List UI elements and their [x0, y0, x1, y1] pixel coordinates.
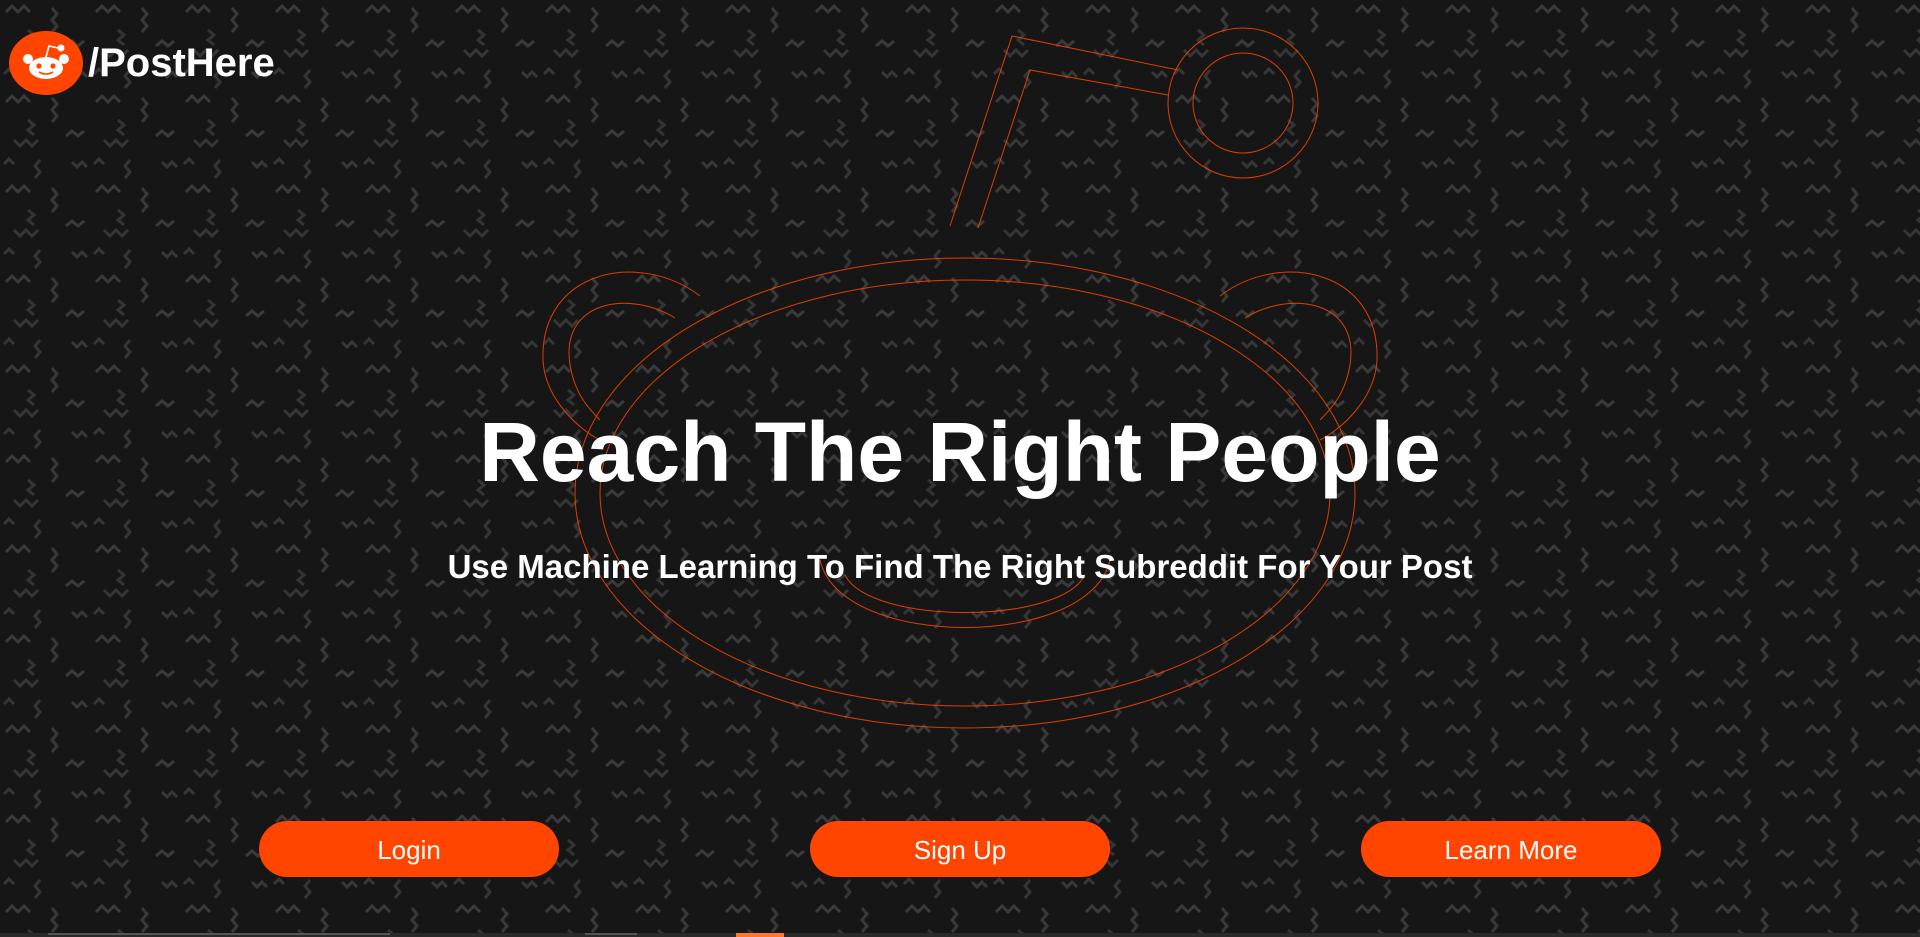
bottom-edge-segment: [48, 933, 390, 935]
hero-subtitle: Use Machine Learning To Find The Right S…: [447, 548, 1473, 585]
learn-more-button[interactable]: Learn More: [1361, 821, 1661, 877]
hero-title: Reach The Right People: [479, 405, 1441, 499]
bottom-edge-segment: [585, 933, 637, 935]
brand-name: /PostHere: [88, 40, 275, 85]
login-button[interactable]: Login: [259, 821, 559, 877]
bottom-edge-accent: [736, 933, 784, 937]
landing-page: /PostHere Reach The Right People Use Mac…: [0, 0, 1920, 937]
brand[interactable]: /PostHere: [8, 30, 275, 96]
reddit-alien-icon: [9, 31, 83, 95]
signup-button[interactable]: Sign Up: [810, 821, 1110, 877]
